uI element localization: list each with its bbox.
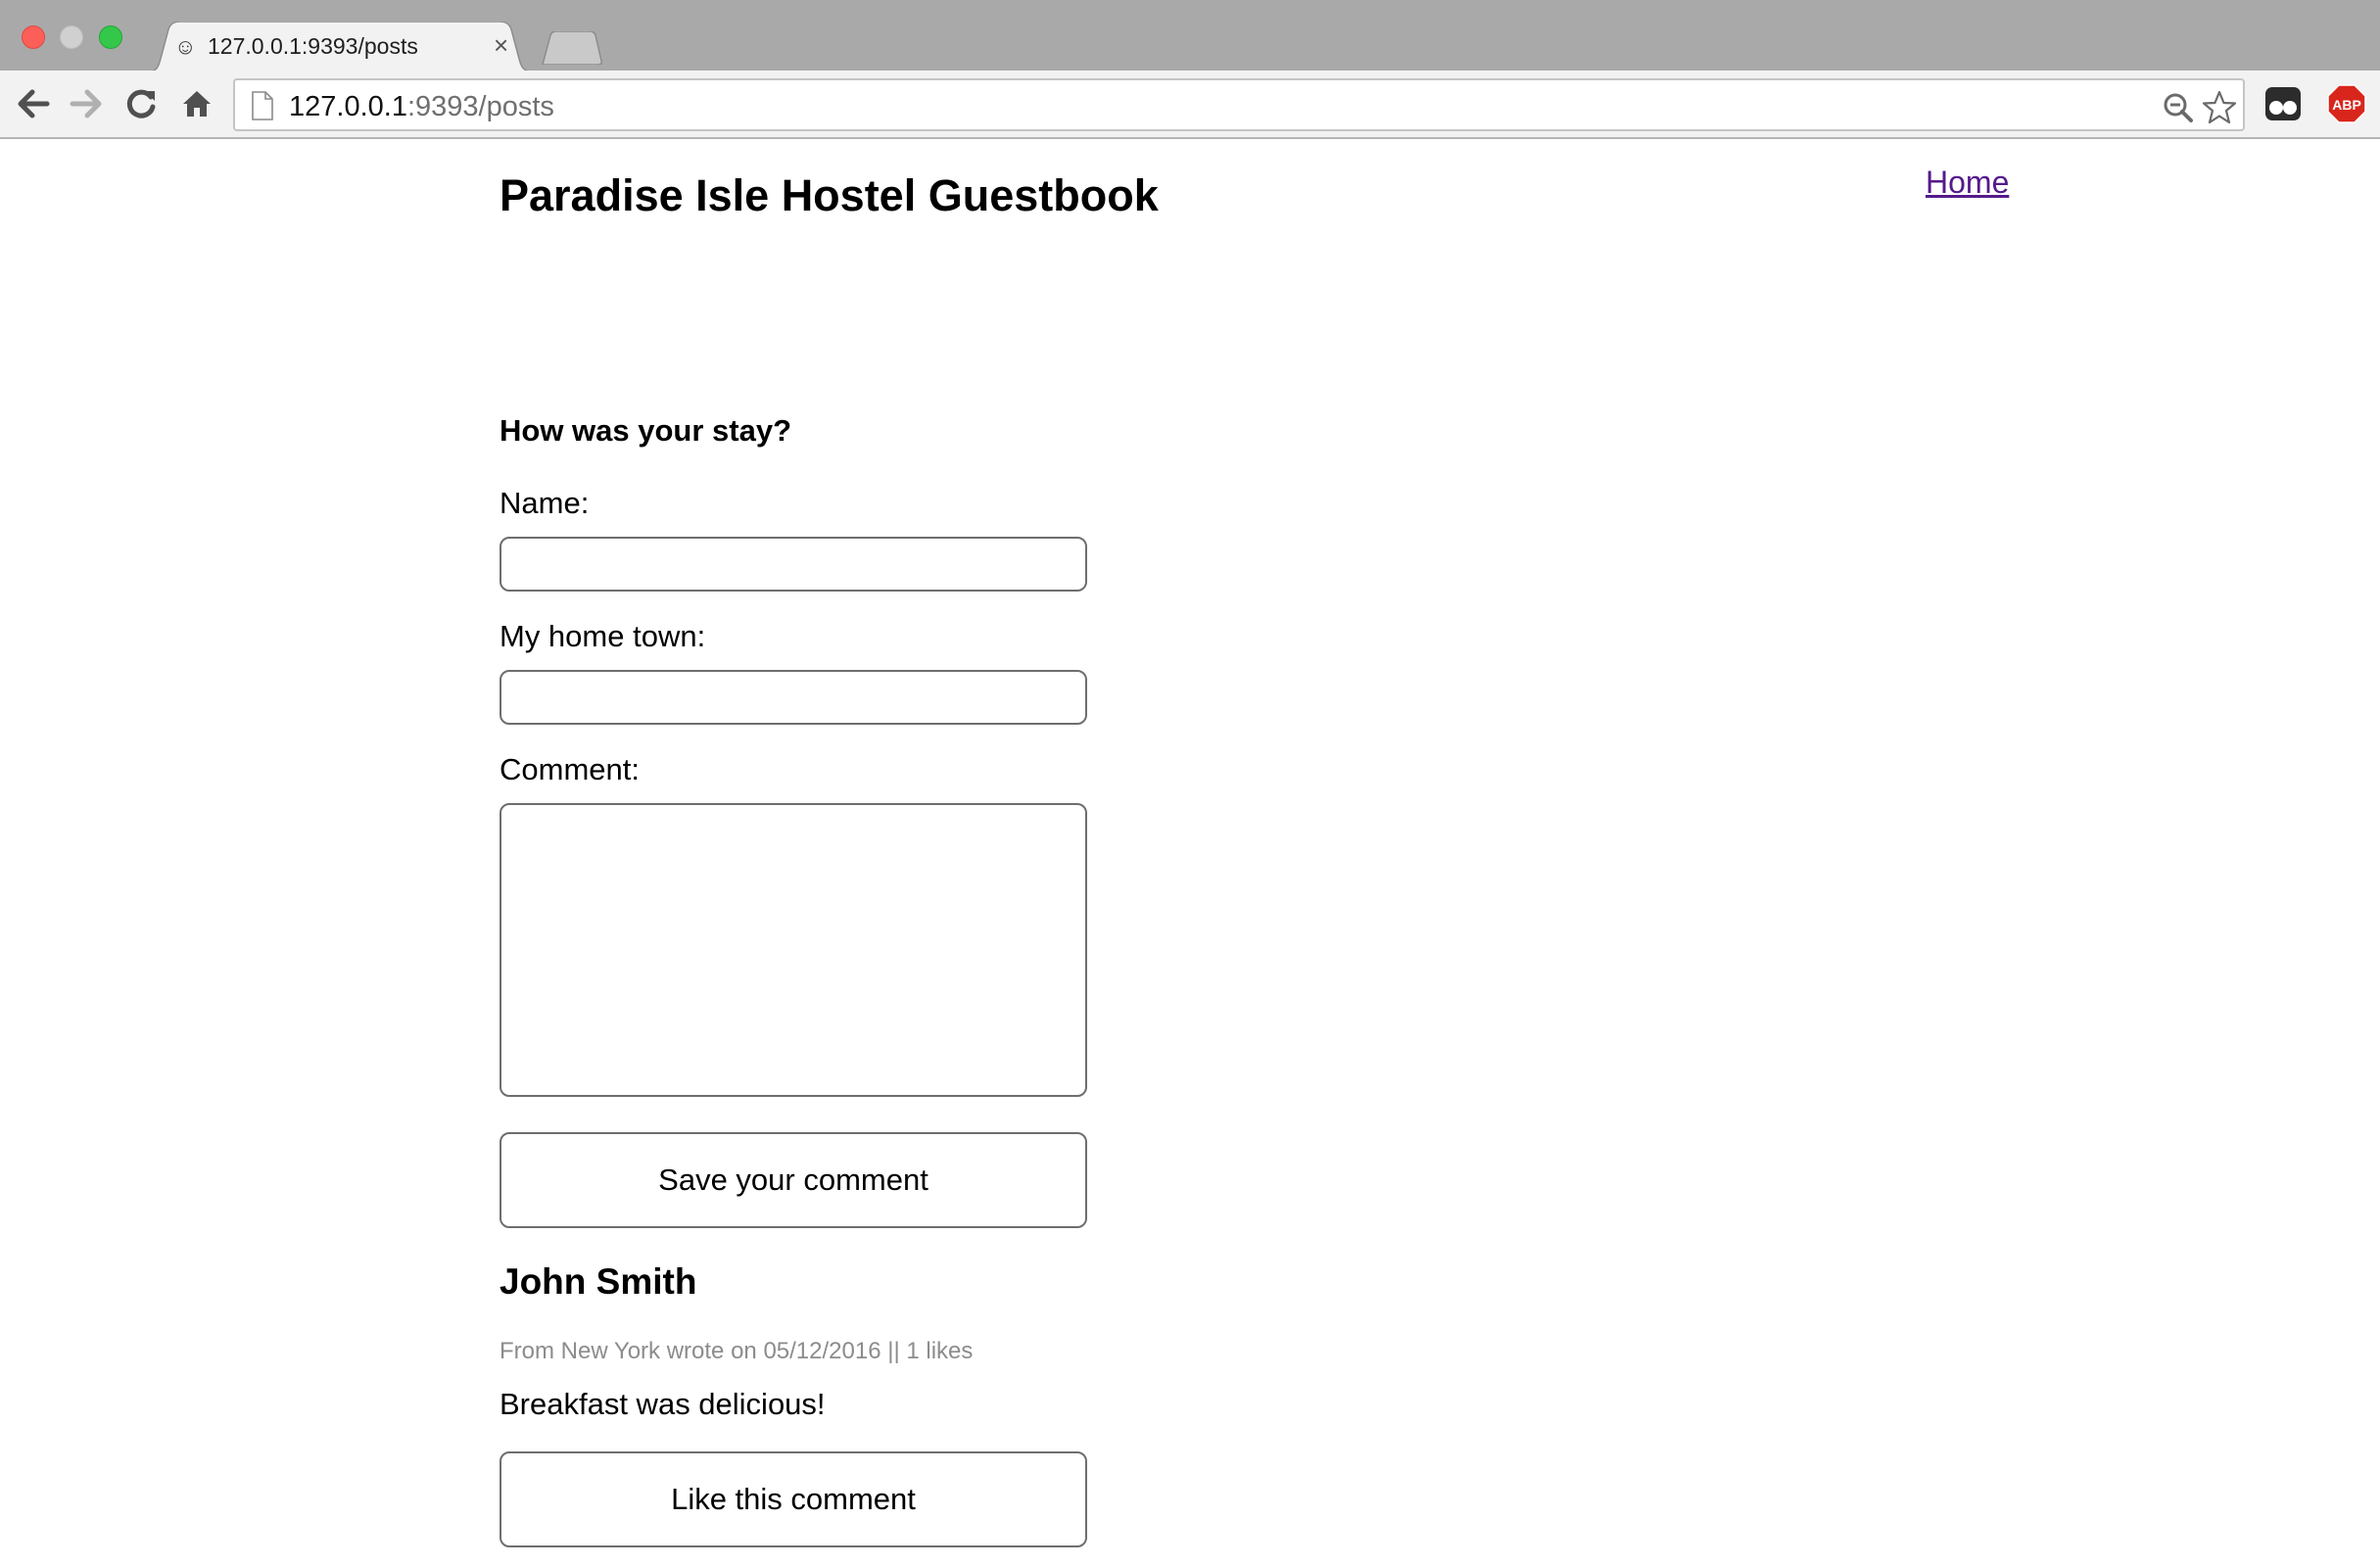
window-zoom-button[interactable] bbox=[99, 25, 122, 49]
browser-toolbar: 127.0.0.1:9393/posts ABP bbox=[0, 71, 2380, 139]
page-content: Paradise Isle Hostel Guestbook Home How … bbox=[0, 141, 2380, 1567]
hometown-input[interactable] bbox=[500, 670, 1087, 725]
page-title: Paradise Isle Hostel Guestbook bbox=[500, 170, 1159, 220]
window-minimize-button[interactable] bbox=[60, 25, 83, 49]
comment-textarea[interactable] bbox=[500, 803, 1087, 1097]
tab-title: 127.0.0.1:9393/posts bbox=[208, 33, 418, 59]
like-comment-button[interactable]: Like this comment bbox=[500, 1451, 1087, 1547]
forward-arrow-icon bbox=[70, 89, 102, 119]
address-bar[interactable]: 127.0.0.1:9393/posts bbox=[233, 78, 2245, 131]
comment-label: Comment: bbox=[500, 752, 640, 786]
name-label: Name: bbox=[500, 486, 590, 520]
home-button[interactable] bbox=[177, 84, 216, 123]
home-link[interactable]: Home bbox=[1926, 165, 2009, 201]
browser-tab-strip: ☺ 127.0.0.1:9393/posts × bbox=[0, 0, 2380, 72]
reload-icon bbox=[126, 89, 156, 119]
tab-close-icon[interactable]: × bbox=[494, 30, 508, 60]
smiley-favicon-icon: ☺ bbox=[174, 34, 197, 59]
adblock-plus-icon[interactable]: ABP bbox=[2327, 84, 2366, 123]
forward-button[interactable] bbox=[67, 84, 106, 123]
new-tab-button[interactable] bbox=[539, 30, 603, 66]
browser-tab-active[interactable]: ☺ 127.0.0.1:9393/posts × bbox=[145, 22, 537, 72]
url-path: :9393/posts bbox=[406, 91, 554, 122]
form-heading: How was your stay? bbox=[500, 413, 792, 448]
save-comment-button[interactable]: Save your comment bbox=[500, 1132, 1087, 1228]
zoom-icon[interactable] bbox=[2163, 92, 2194, 123]
back-arrow-icon bbox=[18, 89, 50, 119]
name-input[interactable] bbox=[500, 537, 1087, 592]
window-close-button[interactable] bbox=[22, 25, 45, 49]
back-button[interactable] bbox=[14, 84, 53, 123]
ghostery-icon[interactable] bbox=[2264, 86, 2302, 121]
url-host: 127.0.0.1 bbox=[289, 91, 407, 122]
post-meta: From New York wrote on 05/12/2016 || 1 l… bbox=[500, 1338, 974, 1364]
home-icon bbox=[183, 91, 211, 117]
hometown-label: My home town: bbox=[500, 619, 706, 653]
bookmark-star-icon[interactable] bbox=[2202, 90, 2237, 125]
abp-label: ABP bbox=[2332, 97, 2361, 113]
reload-button[interactable] bbox=[121, 84, 161, 123]
url-text: 127.0.0.1:9393/posts bbox=[289, 91, 554, 123]
post-author: John Smith bbox=[500, 1261, 697, 1302]
page-icon bbox=[252, 91, 273, 120]
post-body: Breakfast was delicious! bbox=[500, 1387, 826, 1421]
